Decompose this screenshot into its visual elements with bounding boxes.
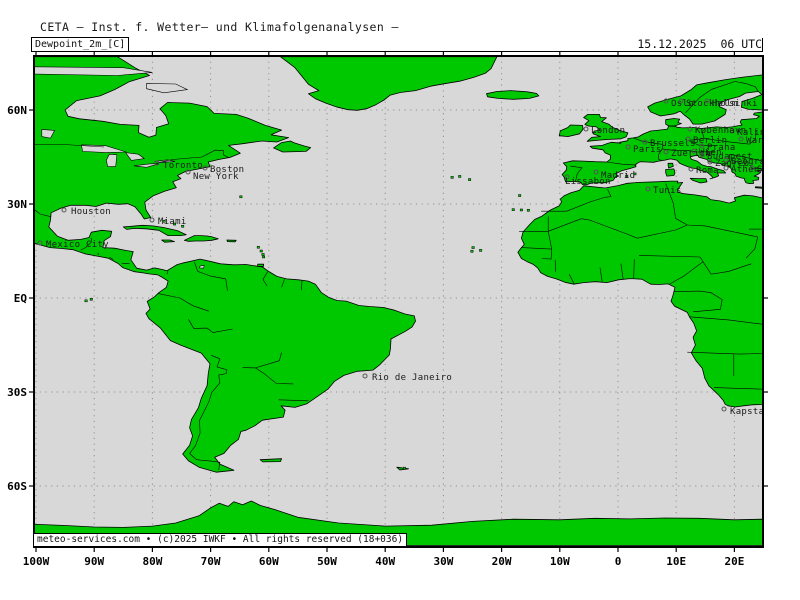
city-label: Sofia xyxy=(757,165,786,175)
land-puerto-rico xyxy=(227,240,236,242)
city-label: Tunis xyxy=(653,186,682,196)
island-speck xyxy=(262,253,264,255)
island-speck xyxy=(85,300,87,302)
land-falklands xyxy=(260,459,282,462)
land-crete xyxy=(755,187,763,189)
island-speck xyxy=(468,179,470,181)
island-speck xyxy=(403,467,405,469)
lon-label: 70W xyxy=(201,555,221,568)
city-label: Roma xyxy=(696,166,719,176)
lat-label: 60N xyxy=(7,104,27,117)
header-divider xyxy=(31,51,763,52)
header-divider-right xyxy=(762,38,763,52)
lon-label: 10W xyxy=(550,555,570,568)
lon-label: 20W xyxy=(492,555,512,568)
island-speck xyxy=(260,250,262,252)
island-speck xyxy=(471,250,473,252)
island-speck xyxy=(527,209,529,211)
lon-label: 40W xyxy=(375,555,395,568)
island-speck xyxy=(458,175,460,177)
lon-label: 20E xyxy=(724,555,744,568)
island-speck xyxy=(518,195,520,197)
island-speck xyxy=(520,209,522,211)
lon-label: 30W xyxy=(433,555,453,568)
lat-label: 30S xyxy=(7,386,27,399)
page-title: CETA – Inst. f. Wetter– und Klimafolgena… xyxy=(40,20,399,34)
island-speck xyxy=(240,196,242,198)
island-speck xyxy=(262,256,264,258)
city-label: London xyxy=(591,126,625,136)
island-speck xyxy=(472,247,474,249)
lon-label: 50W xyxy=(317,555,337,568)
island-speck xyxy=(451,176,453,178)
variable-box: Dewpoint_2m_[C] xyxy=(31,37,129,52)
datetime-label: 15.12.2025 06 UTC xyxy=(637,37,762,51)
city-label: Mexico City xyxy=(46,240,109,250)
lat-label: 30N xyxy=(7,198,27,211)
lon-label: 100W xyxy=(23,555,50,568)
city-label: Athen xyxy=(731,165,760,175)
lon-label: 60W xyxy=(259,555,279,568)
weather-map-page: TorontoBostonNew YorkHoustonMiamiMexico … xyxy=(0,0,800,600)
land-trinidad xyxy=(258,264,264,266)
city-label: Toronto xyxy=(163,161,203,171)
island-speck xyxy=(90,298,92,300)
atlantic-map: TorontoBostonNew YorkHoustonMiamiMexico … xyxy=(0,0,800,600)
city-label: Miami xyxy=(158,217,187,227)
island-speck xyxy=(479,249,481,251)
city-label: Madrid xyxy=(601,171,635,181)
city-label: Helsinki xyxy=(712,99,758,109)
lon-label: 80W xyxy=(142,555,162,568)
ocean xyxy=(34,56,763,547)
water-lake-maracaibo xyxy=(200,265,205,268)
city-label: Kapstadt xyxy=(730,407,776,417)
city-label: New York xyxy=(193,172,239,182)
lat-label: 60S xyxy=(7,480,27,493)
city-label: Rio de Janeiro xyxy=(372,373,452,383)
lon-label: 90W xyxy=(84,555,104,568)
lon-label: 10E xyxy=(666,555,686,568)
copyright-bar: meteo-services.com • (c)2025 IWKF • All … xyxy=(33,533,407,547)
lon-label: 0 xyxy=(615,555,622,568)
city-label: Houston xyxy=(71,207,111,217)
lat-label: EQ xyxy=(14,292,28,305)
island-speck xyxy=(512,209,514,211)
land-sardinia xyxy=(666,169,675,176)
city-label: København xyxy=(695,126,746,136)
island-speck xyxy=(257,246,259,248)
